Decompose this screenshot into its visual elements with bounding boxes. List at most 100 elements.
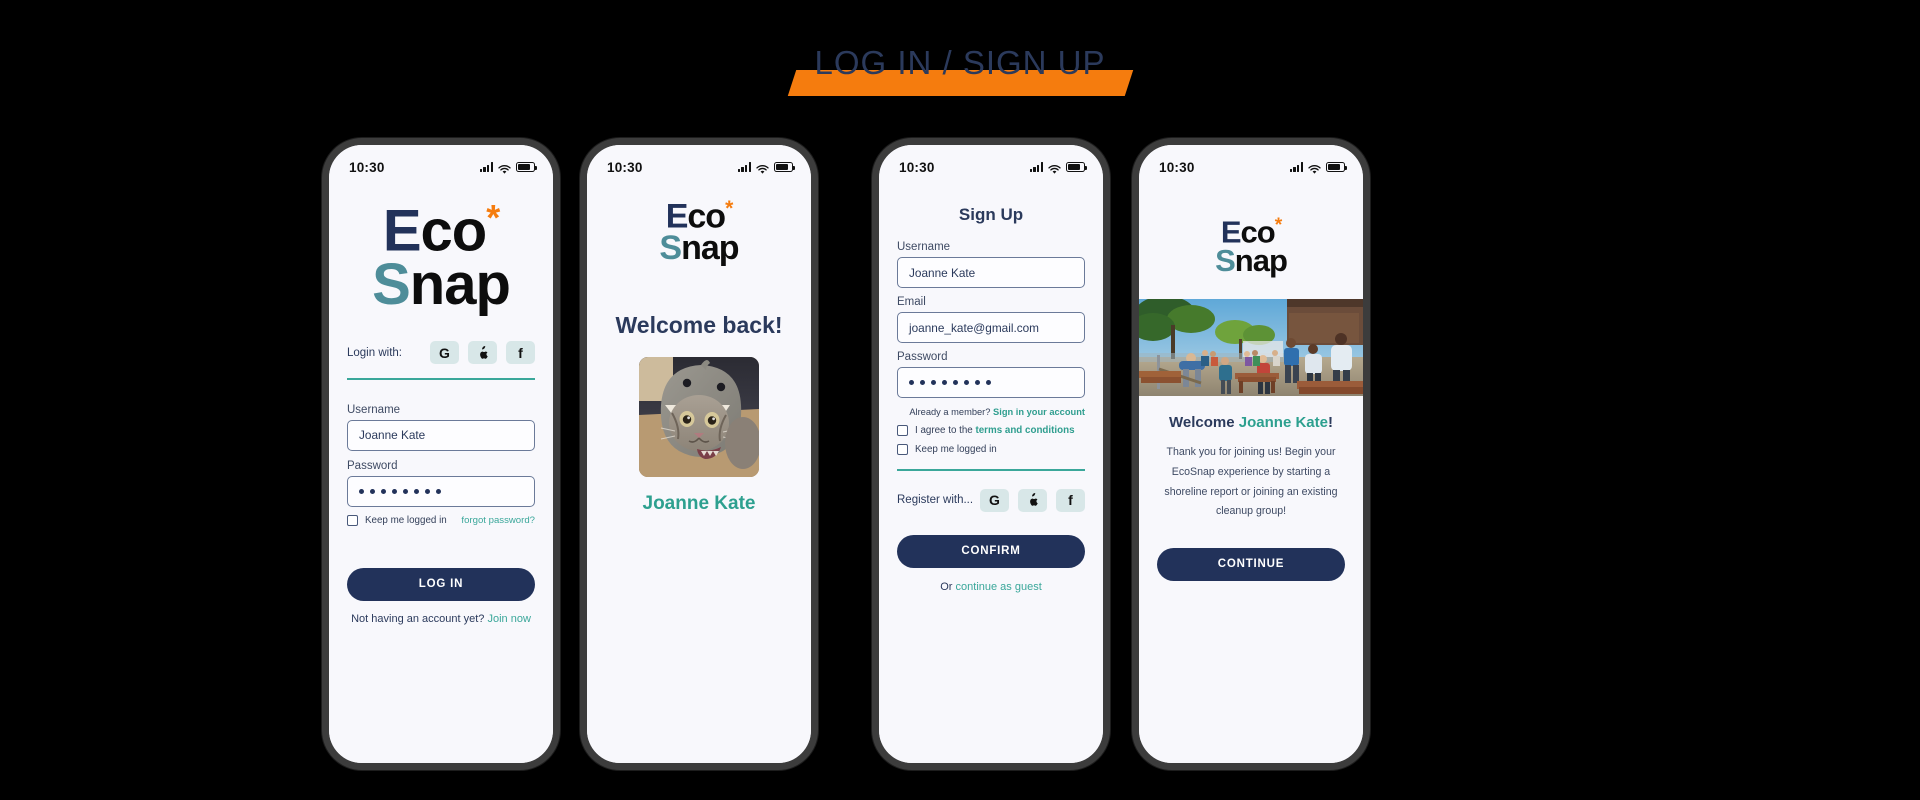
password-input[interactable] (897, 367, 1085, 398)
signup-heading: Sign Up (958, 205, 1024, 224)
logo-letter-s: S (1215, 242, 1236, 278)
social-register-row: Register with... G f (897, 488, 1085, 512)
wifi-icon (1048, 162, 1061, 174)
wifi-icon (756, 162, 769, 174)
asterisk-icon: * (725, 197, 733, 220)
signup-form: Username Joanne Kate Email joanne_kate@g… (879, 241, 1103, 593)
hero-image (1139, 299, 1363, 397)
wifi-icon (1308, 162, 1321, 174)
onboarding-screen: 10:30 Eco* Snap Welcome Joanne Kate! Tha… (1139, 145, 1363, 763)
email-label: Email (897, 296, 926, 308)
battery-icon (1326, 162, 1347, 172)
asterisk-icon: * (1274, 215, 1283, 236)
checkbox-box (897, 444, 908, 455)
forgot-password-link[interactable]: forgot password? (461, 515, 535, 526)
avatar (639, 356, 759, 477)
password-field-group: Password (347, 460, 535, 507)
logo-letter-s: S (659, 228, 682, 267)
google-register-button[interactable]: G (980, 488, 1009, 512)
guest-prompt: Or continue as guest (897, 581, 1085, 593)
logo-text-nap: nap (409, 251, 511, 317)
login-form: Username Joanne Kate Password Keep me lo… (329, 404, 553, 625)
username-input[interactable]: Joanne Kate (897, 257, 1085, 288)
status-time: 10:30 (1159, 159, 1195, 175)
brand-logo-large: Eco* Snap (329, 200, 553, 314)
join-now-link[interactable]: Join now (487, 613, 530, 625)
username-input[interactable]: Joanne Kate (347, 419, 535, 451)
sign-in-link[interactable]: Sign in your account (993, 407, 1085, 417)
phone-mockup-onboarding: 10:30 Eco* Snap Welcome Joanne Kate! Tha… (1132, 138, 1370, 770)
facebook-register-button[interactable]: f (1056, 488, 1085, 512)
confirm-button[interactable]: CONFIRM (897, 534, 1085, 568)
welcome-back-heading: Welcome back! (615, 311, 783, 338)
password-masked-dots (359, 488, 441, 494)
screenshot-canvas: LOG IN / SIGN UP 10:30 Eco* Snap Login w… (0, 0, 1920, 800)
checkbox-box (897, 425, 908, 436)
terms-text: I agree to the (915, 425, 973, 436)
password-label: Password (897, 351, 948, 363)
login-button-wrap: LOG IN (347, 567, 535, 601)
password-masked-dots (909, 380, 991, 385)
status-bar: 10:30 (587, 145, 811, 177)
username-value: Joanne Kate (909, 265, 976, 280)
divider (897, 469, 1085, 471)
username-field-group: Username Joanne Kate (347, 404, 535, 451)
signup-prompt-text: Not having an account yet? (351, 612, 485, 625)
brand-logo-medium: Eco* Snap (587, 197, 811, 267)
terms-label: I agree to the terms and conditions (915, 425, 1075, 436)
existing-account-text: Already a member? (909, 407, 991, 417)
apple-register-button[interactable] (1018, 488, 1047, 512)
keep-logged-in-checkbox[interactable]: Keep me logged in (897, 444, 1085, 455)
status-icons (1029, 162, 1087, 174)
email-value: joanne_kate@gmail.com (909, 320, 1040, 335)
keep-logged-in-checkbox[interactable]: Keep me logged in (347, 514, 447, 526)
phone-mockup-signup: 10:30 Sign Up Username Joanne Kate Email (872, 138, 1110, 770)
signal-bars-icon (1029, 162, 1043, 172)
status-time: 10:30 (349, 159, 385, 175)
onboarding-body-text: Thank you for joining us! Begin your Eco… (1164, 446, 1338, 518)
logo-text-nap: nap (1234, 242, 1288, 278)
email-input[interactable]: joanne_kate@gmail.com (897, 312, 1085, 343)
status-bar: 10:30 (1139, 145, 1363, 177)
social-login-label: Login with: (347, 346, 402, 359)
apple-login-button[interactable] (468, 341, 497, 365)
email-field-group: Email joanne_kate@gmail.com (897, 296, 1085, 343)
status-bar: 10:30 (879, 145, 1103, 177)
phone-mockup-login: 10:30 Eco* Snap Login with: G f Username… (322, 138, 560, 770)
signal-bars-icon (1289, 162, 1303, 172)
google-icon: G (439, 344, 450, 361)
facebook-login-button[interactable]: f (506, 341, 535, 365)
apple-icon (479, 345, 488, 359)
community-shoreline-cleanup-photo (1139, 299, 1363, 397)
page-title: LOG IN / SIGN UP (814, 44, 1106, 81)
status-time: 10:30 (607, 159, 643, 175)
password-input[interactable] (347, 475, 535, 507)
existing-account-prompt: Already a member? Sign in your account (897, 407, 1085, 417)
signup-screen: 10:30 Sign Up Username Joanne Kate Email (879, 145, 1103, 763)
google-login-button[interactable]: G (430, 341, 459, 365)
status-time: 10:30 (899, 159, 935, 175)
facebook-icon: f (1068, 492, 1073, 509)
signup-prompt: Not having an account yet? Join now (347, 613, 535, 625)
continue-as-guest-link[interactable]: continue as guest (956, 581, 1042, 593)
checkbox-box (347, 514, 358, 526)
phone-mockup-welcome-back: 10:30 Eco* Snap Welcome back! Joanne Kat… (580, 138, 818, 770)
wifi-icon (498, 162, 511, 174)
confirm-button-wrap: CONFIRM (897, 534, 1085, 568)
continue-button[interactable]: CONTINUE (1157, 547, 1345, 581)
login-options-row: Keep me logged in forgot password? (347, 514, 535, 526)
welcome-suffix: ! (1327, 414, 1333, 432)
terms-link[interactable]: terms and conditions (975, 425, 1074, 436)
username-label: Username (347, 403, 401, 416)
password-label: Password (347, 459, 398, 472)
log-in-button[interactable]: LOG IN (347, 567, 535, 601)
welcome-user-name: Joanne Kate (1238, 414, 1328, 432)
user-name: Joanne Kate (642, 492, 756, 514)
welcome-heading: Welcome Joanne Kate! (1139, 414, 1363, 431)
status-icons (479, 162, 537, 174)
logo-text-nap: nap (681, 228, 739, 267)
username-field-group: Username Joanne Kate (897, 241, 1085, 288)
social-buttons: G f (980, 488, 1085, 512)
terms-checkbox[interactable]: I agree to the terms and conditions (897, 425, 1085, 436)
signal-bars-icon (737, 162, 751, 172)
